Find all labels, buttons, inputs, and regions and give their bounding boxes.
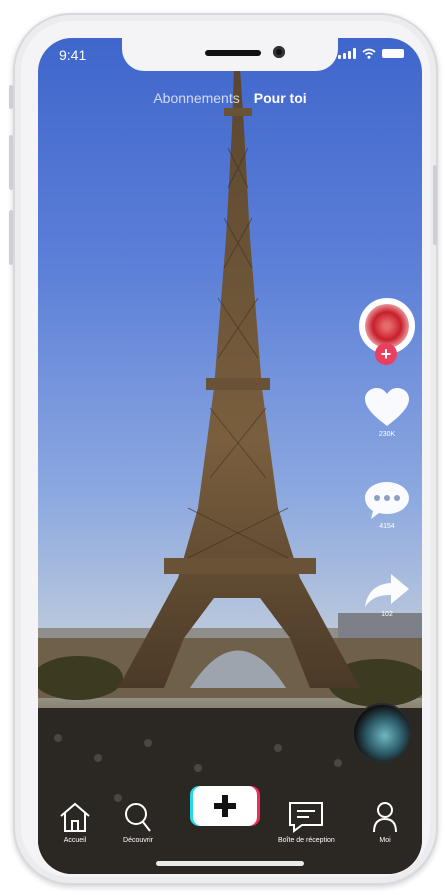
- share-button[interactable]: 102: [365, 574, 409, 618]
- nav-home[interactable]: Accueil: [58, 801, 92, 844]
- tab-following[interactable]: Abonnements: [153, 90, 239, 106]
- nav-discover-label: Découvrir: [123, 837, 153, 844]
- home-icon: [60, 802, 90, 832]
- like-count: 230K: [378, 431, 396, 438]
- speaker: [205, 50, 261, 56]
- home-indicator: [156, 861, 304, 866]
- share-icon: [365, 574, 409, 607]
- follow-button[interactable]: +: [375, 343, 397, 365]
- nav-home-label: Accueil: [63, 837, 87, 844]
- signal-icon: [338, 48, 356, 59]
- plus-icon: [214, 795, 236, 817]
- bottom-nav: Accueil Découvrir Boîte de réception Moi: [38, 782, 422, 874]
- search-icon: [125, 803, 151, 832]
- person-icon: [373, 802, 397, 833]
- wifi-icon: [362, 48, 376, 59]
- notch: [122, 38, 338, 71]
- nav-profile-label: Moi: [379, 837, 391, 844]
- comment-count: 4154: [379, 523, 395, 530]
- heart-icon: [365, 388, 409, 426]
- mute-switch: [9, 85, 13, 109]
- nav-discover[interactable]: Découvrir: [123, 801, 153, 844]
- volume-down-button: [9, 210, 13, 265]
- volume-up-button: [9, 135, 13, 190]
- creator-avatar[interactable]: +: [359, 298, 415, 365]
- feed-tabs: Abonnements Pour toi: [38, 90, 422, 106]
- nav-inbox[interactable]: Boîte de réception: [278, 801, 335, 844]
- inbox-icon: [289, 802, 324, 833]
- power-button: [433, 165, 437, 245]
- nav-profile[interactable]: Moi: [372, 801, 398, 844]
- create-button[interactable]: [190, 786, 260, 826]
- status-time: 9:41: [59, 47, 87, 63]
- status-icons: [338, 48, 404, 59]
- share-count: 102: [381, 611, 393, 618]
- avatar-image: [365, 304, 409, 348]
- comment-button[interactable]: 4154: [365, 482, 409, 530]
- nav-inbox-label: Boîte de réception: [278, 837, 335, 844]
- action-column: + 230K 4154 102: [357, 298, 417, 618]
- create-button-face: [193, 786, 257, 826]
- video-screen[interactable]: 9:41 Abonnements Pour toi + 230K 4154 10…: [38, 38, 422, 874]
- like-button[interactable]: 230K: [365, 388, 409, 438]
- battery-icon: [382, 49, 404, 58]
- comment-icon: [365, 482, 409, 519]
- tab-for-you[interactable]: Pour toi: [254, 90, 307, 106]
- music-disc[interactable]: [352, 703, 412, 763]
- front-camera: [273, 46, 285, 58]
